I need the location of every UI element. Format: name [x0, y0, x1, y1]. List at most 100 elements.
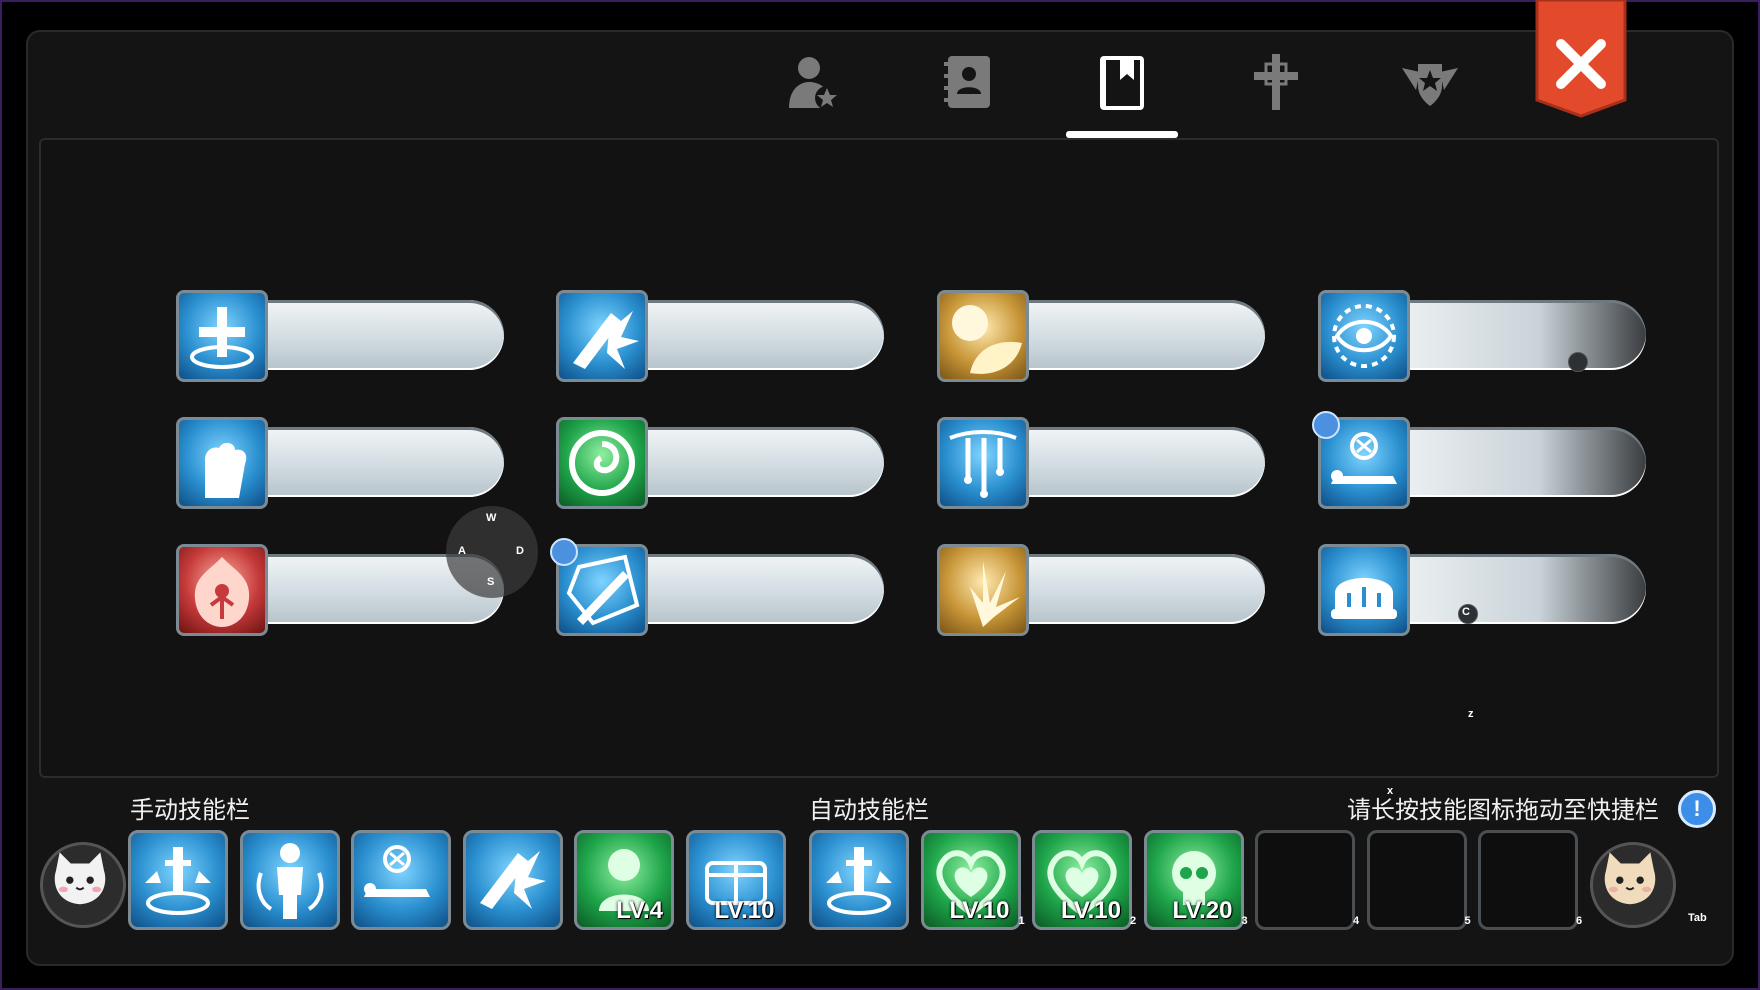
- skill-item[interactable]: [556, 417, 886, 511]
- skill-item[interactable]: [937, 544, 1267, 638]
- sun-leaf-icon: [952, 305, 1022, 374]
- skill-icon[interactable]: [937, 417, 1029, 509]
- drip-icon: [949, 430, 1017, 498]
- burst-icon: [970, 561, 1020, 627]
- manual-skill-slot[interactable]: [239, 830, 340, 930]
- skill-label-bar: [616, 300, 884, 370]
- skill-label-bar: [997, 427, 1265, 497]
- skill-icon[interactable]: [1318, 544, 1410, 636]
- skill-icon[interactable]: [176, 417, 268, 509]
- skill-label-bar: [236, 300, 504, 370]
- skill-icon[interactable]: [176, 544, 268, 636]
- bookmark-book-icon: [1100, 56, 1144, 110]
- key-hint-c: C: [1462, 606, 1470, 618]
- slot-level: LV.10: [949, 897, 1010, 924]
- person-rotate-icon: [256, 843, 323, 919]
- skill-icon[interactable]: [556, 290, 648, 382]
- tab-character[interactable]: [758, 50, 868, 140]
- key-hint-z: z: [1468, 708, 1474, 720]
- tab-skill-book[interactable]: [1067, 50, 1177, 140]
- shatter-icon: [573, 311, 639, 369]
- shatter-icon: [479, 851, 546, 909]
- active-tab-indicator: [1066, 131, 1178, 138]
- slot-key-hint: 3: [1241, 915, 1248, 927]
- skill-icon[interactable]: [1318, 290, 1410, 382]
- slot-key-hint: 2: [1130, 915, 1137, 927]
- tab-contacts[interactable]: [913, 50, 1023, 140]
- skill-label-bar: [997, 300, 1265, 370]
- skill-icon[interactable]: [937, 544, 1029, 636]
- skill-icon[interactable]: [556, 417, 648, 509]
- mine-icon: [1331, 578, 1397, 619]
- slot-key-hint: 4: [1353, 915, 1360, 927]
- skill-label-bar: [616, 554, 884, 624]
- winged-shield-icon: [1402, 64, 1458, 106]
- skill-item[interactable]: [176, 417, 506, 511]
- drag-hint: 请长按技能图标拖动至快捷栏: [1347, 796, 1659, 824]
- slot-key-hint: 6: [1576, 915, 1583, 927]
- slot-key-hint: 5: [1464, 915, 1471, 927]
- lie-down-icon: [364, 845, 430, 897]
- tab-bar: [0, 0, 1760, 140]
- auto-skill-slot[interactable]: [809, 830, 909, 930]
- skill-label-bar: [1378, 300, 1646, 370]
- slot-level: LV.10: [1060, 897, 1121, 924]
- skill-item[interactable]: [176, 290, 506, 384]
- key-a: A: [458, 545, 466, 557]
- info-badge-icon[interactable]: [1312, 411, 1340, 439]
- person-star-icon: [789, 57, 839, 110]
- manual-bar-title: 手动技能栏: [130, 796, 250, 824]
- skill-item[interactable]: [937, 417, 1267, 511]
- close-button[interactable]: [1535, 0, 1627, 118]
- skill-icon[interactable]: [937, 290, 1029, 382]
- manual-skill-slot[interactable]: LV.4: [574, 830, 674, 930]
- cat-avatar-tan-icon: [1604, 852, 1656, 905]
- key-hint-tab: Tab: [1688, 912, 1707, 924]
- cat-avatar-left[interactable]: [40, 842, 126, 928]
- auto-skill-slot[interactable]: LV.20: [1143, 830, 1244, 930]
- tab-guild[interactable]: [1375, 50, 1485, 140]
- skill-icon[interactable]: [176, 290, 268, 382]
- swirl-icon: [569, 430, 635, 496]
- skill-label-bar: [997, 554, 1265, 624]
- skill-item[interactable]: [1312, 411, 1648, 511]
- cat-avatar-right[interactable]: [1590, 842, 1676, 928]
- skill-label-bar: [236, 427, 504, 497]
- skill-item[interactable]: [556, 290, 886, 384]
- manual-skill-slot[interactable]: [128, 830, 228, 930]
- manual-skill-slot[interactable]: [351, 830, 451, 930]
- slot-level: LV.20: [1172, 897, 1233, 924]
- indicator-dot: [1568, 352, 1588, 372]
- heal-cross-icon: [190, 307, 254, 369]
- auto-skill-slot[interactable]: [1478, 830, 1578, 930]
- contact-book-icon: [944, 56, 990, 108]
- help-icon[interactable]: !: [1678, 790, 1716, 828]
- manual-skill-slot[interactable]: LV.10: [685, 830, 786, 930]
- skill-label-bar: [616, 427, 884, 497]
- auto-skill-slot[interactable]: [1255, 830, 1355, 930]
- eye-icon: [1332, 304, 1396, 368]
- tab-cross[interactable]: [1221, 50, 1331, 140]
- skill-item[interactable]: [1318, 544, 1648, 638]
- key-d: D: [516, 545, 524, 557]
- key-s: S: [487, 576, 495, 588]
- auto-skill-slot[interactable]: [1366, 830, 1467, 930]
- rage-icon: [194, 557, 250, 627]
- manual-skill-slot[interactable]: [462, 830, 563, 930]
- auto-skill-slot[interactable]: LV.10: [920, 830, 1021, 930]
- auto-skill-slot[interactable]: LV.10: [1032, 830, 1132, 930]
- skill-label-bar: [1378, 554, 1646, 624]
- info-badge-icon[interactable]: [550, 538, 578, 566]
- skill-label-bar: [1378, 427, 1646, 497]
- heal-arrows-icon: [826, 847, 892, 915]
- slot-level: LV.4: [616, 897, 663, 924]
- skill-item[interactable]: [937, 290, 1267, 384]
- close-icon: [1535, 0, 1627, 118]
- skill-item[interactable]: [1318, 290, 1648, 384]
- cross-icon: [1254, 54, 1298, 110]
- slot-level: LV.10: [714, 897, 775, 924]
- heal-arrows-icon: [145, 847, 211, 915]
- skill-item[interactable]: [550, 538, 886, 638]
- auto-bar-title: 自动技能栏: [809, 796, 929, 824]
- fist-icon: [205, 442, 247, 498]
